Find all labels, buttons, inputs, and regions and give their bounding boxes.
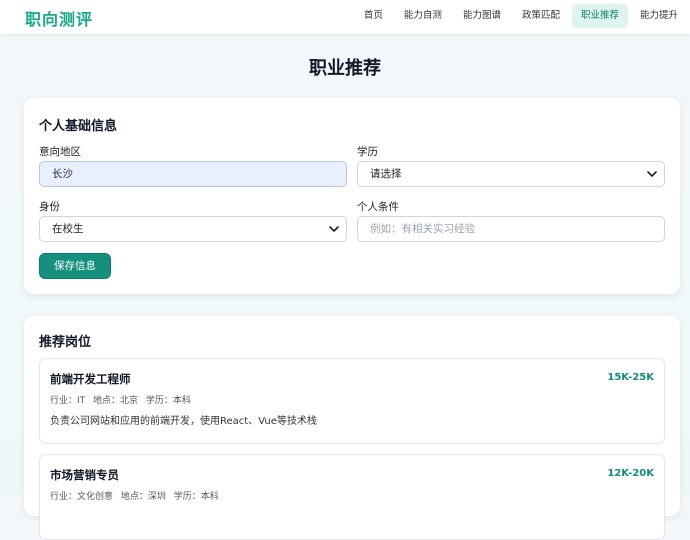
job-card[interactable]: 前端开发工程师 15K-25K 行业：IT 地点：北京 学历：本科 负责公司网站… xyxy=(39,358,665,444)
conditions-placeholder: 例如：有相关实习经验 xyxy=(370,223,475,235)
top-navbar: 职向测评 首页 能力自测 能力图谱 政策匹配 职业推荐 能力提升 xyxy=(0,0,690,34)
job-location: 地点：深圳 xyxy=(120,492,166,502)
education-label: 学历 xyxy=(357,146,378,158)
job-description: 负责公司网站和应用的前端开发，使用React、Vue等技术栈 xyxy=(50,416,317,427)
job-salary: 15K-25K xyxy=(607,372,654,383)
job-industry: 行业：文化创意 xyxy=(50,492,114,502)
job-meta: 行业：IT 地点：北京 学历：本科 xyxy=(50,393,196,406)
job-location: 地点：北京 xyxy=(93,396,139,406)
job-education: 学历：本科 xyxy=(145,396,191,406)
education-selected-value: 请选择 xyxy=(370,168,402,180)
page-title: 职业推荐 xyxy=(309,58,381,79)
app-logo[interactable]: 职向测评 xyxy=(25,6,93,30)
identity-label: 身份 xyxy=(39,201,60,213)
region-label: 意向地区 xyxy=(39,146,81,158)
region-input[interactable]: 长沙 xyxy=(39,161,347,187)
chevron-down-icon xyxy=(647,171,657,177)
nav-item-home[interactable]: 首页 xyxy=(355,4,392,28)
nav-item-ability-map[interactable]: 能力图谱 xyxy=(454,4,510,28)
nav-item-ability-improve[interactable]: 能力提升 xyxy=(631,4,687,28)
recommended-jobs-card: 推荐岗位 前端开发工程师 15K-25K 行业：IT 地点：北京 学历：本科 负… xyxy=(24,316,680,540)
job-title: 前端开发工程师 xyxy=(50,372,131,386)
nav-item-self-assessment[interactable]: 能力自测 xyxy=(395,4,451,28)
personal-info-title: 个人基础信息 xyxy=(39,119,118,134)
nav-item-career-recommend[interactable]: 职业推荐 xyxy=(571,4,628,28)
region-value: 长沙 xyxy=(52,168,73,180)
conditions-input[interactable]: 例如：有相关实习经验 xyxy=(357,216,665,242)
job-title: 市场营销专员 xyxy=(50,468,119,482)
personal-info-card: 个人基础信息 意向地区 长沙 学历 请选择 身份 在校生 个人条件 例如：有相关… xyxy=(24,98,680,294)
identity-selected-value: 在校生 xyxy=(52,223,84,235)
save-info-button[interactable]: 保存信息 xyxy=(39,253,111,279)
chevron-down-icon xyxy=(329,226,339,232)
nav-item-policy-match[interactable]: 政策匹配 xyxy=(513,4,569,28)
job-education: 学历：本科 xyxy=(173,492,219,502)
identity-select[interactable]: 在校生 xyxy=(39,216,347,242)
education-select[interactable]: 请选择 xyxy=(357,161,665,187)
job-salary: 12K-20K xyxy=(607,468,654,479)
recommended-jobs-title: 推荐岗位 xyxy=(39,335,92,350)
conditions-label: 个人条件 xyxy=(357,201,399,213)
job-industry: 行业：IT xyxy=(50,396,86,406)
job-card[interactable]: 市场营销专员 12K-20K 行业：文化创意 地点：深圳 学历：本科 xyxy=(39,454,665,540)
main-nav: 首页 能力自测 能力图谱 政策匹配 职业推荐 能力提升 xyxy=(355,4,690,28)
